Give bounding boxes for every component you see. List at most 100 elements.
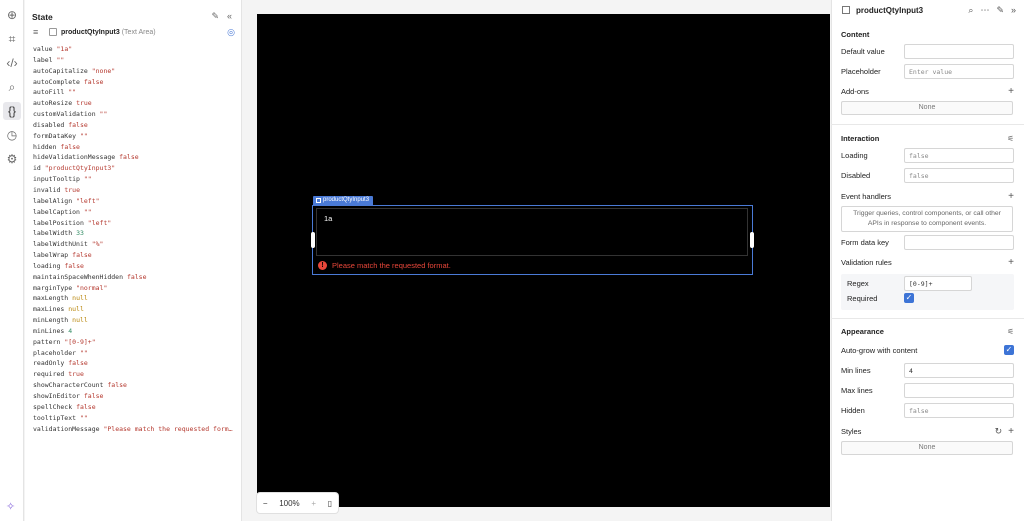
resize-handle-left[interactable]: [311, 232, 315, 248]
add-style-icon[interactable]: +: [1008, 426, 1014, 437]
state-property-row[interactable]: invalid true: [33, 185, 238, 196]
state-property-value: "productQtyInput3": [44, 164, 116, 173]
state-property-row[interactable]: tooltipText "": [33, 413, 238, 424]
state-property-row[interactable]: validationMessage "Please match the requ…: [33, 424, 238, 435]
state-property-row[interactable]: labelWrap false: [33, 250, 238, 261]
component-tree-icon[interactable]: ⌗: [5, 32, 19, 46]
history-icon[interactable]: ◷: [5, 128, 19, 142]
regex-input[interactable]: [0-9]+: [904, 276, 972, 291]
state-property-key: customValidation: [33, 110, 96, 119]
validation-error: ! Please match the requested format.: [318, 261, 451, 270]
styles-none-box[interactable]: None: [841, 441, 1013, 455]
state-property-row[interactable]: labelCaption "": [33, 207, 238, 218]
state-property-row[interactable]: labelAlign "left": [33, 196, 238, 207]
add-component-icon[interactable]: ⊕: [5, 8, 19, 22]
assistant-sparkle-icon[interactable]: ✧: [6, 500, 15, 513]
required-checkbox[interactable]: ✓: [904, 293, 914, 303]
collapse-panel-icon[interactable]: «: [227, 11, 232, 22]
max-lines-input[interactable]: [904, 383, 1014, 398]
divider: [831, 318, 1024, 319]
state-property-row[interactable]: label "": [33, 55, 238, 66]
state-property-row[interactable]: value "1a": [33, 44, 238, 55]
menu-icon[interactable]: ≡: [33, 27, 47, 37]
reset-styles-icon[interactable]: ↻: [995, 426, 1003, 437]
state-property-row[interactable]: minLines 4: [33, 326, 238, 337]
required-row: Required ✓: [831, 293, 1024, 303]
state-property-value: false: [64, 261, 84, 270]
state-property-row[interactable]: id "productQtyInput3": [33, 163, 238, 174]
state-property-row[interactable]: readOnly false: [33, 358, 238, 369]
pin-icon[interactable]: ✎: [211, 11, 219, 22]
state-property-key: invalid: [33, 185, 61, 194]
zoom-in-button[interactable]: +: [311, 499, 316, 508]
resize-handle-right[interactable]: [750, 232, 754, 248]
state-property-value: "": [79, 131, 88, 140]
text-area-icon: [316, 198, 321, 203]
state-property-key: maxLength: [33, 294, 69, 303]
device-preview-icon[interactable]: ▯: [328, 499, 332, 508]
state-property-row[interactable]: hidden false: [33, 142, 238, 153]
state-property-row[interactable]: maxLength null: [33, 293, 238, 304]
state-property-row[interactable]: hideValidationMessage false: [33, 152, 238, 163]
state-property-row[interactable]: maxLines null: [33, 304, 238, 315]
state-property-value: false: [68, 359, 88, 368]
state-properties-list: value "1a" label "" autoCapitalize "none" a…: [25, 41, 241, 434]
zoom-level: 100%: [279, 498, 300, 508]
state-property-key: id: [33, 164, 41, 173]
state-property-row[interactable]: formDataKey "": [33, 131, 238, 142]
state-property-row[interactable]: showCharacterCount false: [33, 380, 238, 391]
state-property-row[interactable]: disabled false: [33, 120, 238, 131]
state-property-value: "": [56, 55, 65, 64]
code-icon[interactable]: ‹/›: [5, 56, 19, 70]
hidden-row: Hidden false: [831, 403, 1024, 418]
auto-grow-checkbox[interactable]: ✓: [1004, 345, 1014, 355]
state-property-row[interactable]: inputTooltip "": [33, 174, 238, 185]
state-property-key: labelWrap: [33, 251, 69, 260]
state-property-value: true: [68, 370, 84, 379]
state-property-row[interactable]: required true: [33, 369, 238, 380]
state-property-value: false: [107, 381, 127, 390]
component-selection-label[interactable]: productQtyInput3: [313, 196, 374, 205]
state-property-row[interactable]: pattern "[0-9]+": [33, 337, 238, 348]
state-icon[interactable]: {}: [3, 102, 21, 120]
state-property-row[interactable]: labelPosition "left": [33, 218, 238, 229]
state-property-row[interactable]: autoComplete false: [33, 77, 238, 88]
state-property-row[interactable]: marginType "normal": [33, 283, 238, 294]
selected-component-name: productQtyInput3: [61, 28, 120, 36]
state-property-row[interactable]: labelWidthUnit "%": [33, 239, 238, 250]
settings-sliders-icon[interactable]: ⚟: [1007, 327, 1014, 336]
state-property-key: inputTooltip: [33, 175, 80, 184]
search-icon[interactable]: ⌕: [5, 80, 19, 94]
settings-gear-icon[interactable]: ⚙: [5, 152, 19, 166]
state-property-row[interactable]: autoCapitalize "none": [33, 66, 238, 77]
state-property-key: value: [33, 45, 53, 53]
zoom-out-button[interactable]: −: [263, 499, 268, 508]
state-property-row[interactable]: loading false: [33, 261, 238, 272]
select-target-icon[interactable]: ◎: [227, 27, 235, 38]
state-property-row[interactable]: autoFill "": [33, 87, 238, 98]
state-property-key: hideValidationMessage: [33, 153, 116, 162]
state-property-value: "left": [87, 218, 112, 227]
state-property-key: labelWidthUnit: [33, 240, 88, 249]
state-property-row[interactable]: placeholder "": [33, 348, 238, 359]
state-property-key: maintainSpaceWhenHidden: [33, 272, 124, 281]
styles-label: Styles: [841, 427, 862, 436]
state-property-row[interactable]: customValidation "": [33, 109, 238, 120]
state-property-key: label: [33, 55, 53, 64]
product-qty-textarea[interactable]: 1a: [316, 208, 748, 256]
max-lines-label: Max lines: [841, 386, 873, 395]
state-property-value: "": [83, 207, 92, 216]
state-property-row[interactable]: labelWidth 33: [33, 228, 238, 239]
state-property-row[interactable]: autoResize true: [33, 98, 238, 109]
hidden-input[interactable]: false: [904, 403, 1014, 418]
state-property-row[interactable]: minLength null: [33, 315, 238, 326]
state-property-key: disabled: [33, 120, 65, 129]
min-lines-input[interactable]: 4: [904, 363, 1014, 378]
appearance-section-title: Appearance ⚟: [841, 327, 1014, 336]
state-property-value: false: [60, 142, 80, 151]
state-property-key: hidden: [33, 142, 57, 151]
state-property-row[interactable]: maintainSpaceWhenHidden false: [33, 272, 238, 283]
state-property-row[interactable]: spellCheck false: [33, 402, 238, 413]
state-property-key: placeholder: [33, 348, 77, 357]
state-property-row[interactable]: showInEditor false: [33, 391, 238, 402]
